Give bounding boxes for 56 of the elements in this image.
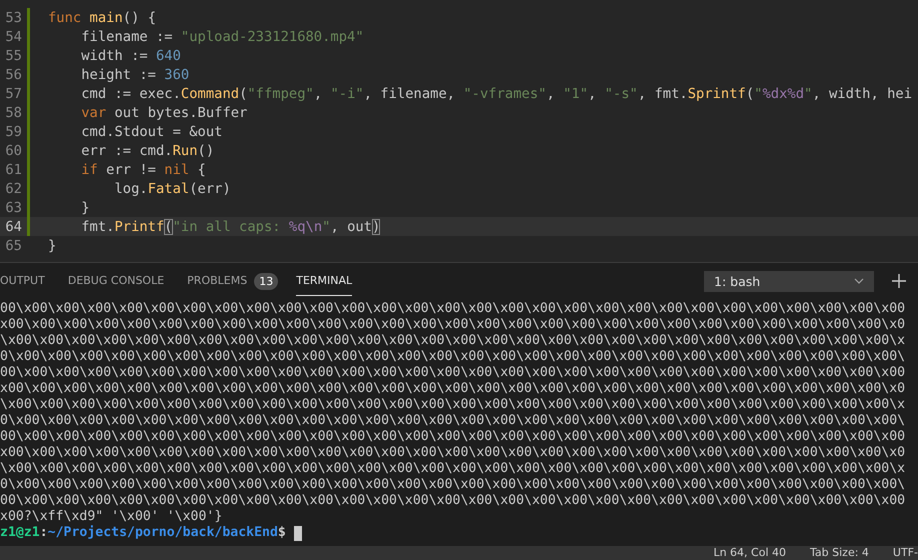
- terminal-output-line: x00?\xff\xd9" '\x00' '\x00'}: [0, 509, 224, 525]
- status-item[interactable]: Ln 64, Col 40: [713, 546, 786, 560]
- code-line: fmt.Printf("in all caps: %q\n", out): [80, 218, 380, 234]
- line-number: 54: [4, 28, 22, 44]
- terminal-output-line: \x00\x00\x00\x00\x00\x00\x00\x00\x00\x00\x00\x00\x00\x00\x00\x00\x00\x00\x00\x00\x00\x00\x00\x00\x00\x00\x00\x00\x: [0, 461, 906, 477]
- terminal-output-line: \x00\x00\x00\x00\x00\x00\x00\x00\x00\x00\x00\x00\x00\x00\x00\x00\x00\x00\x00\x00\x00\x00\x00\x00\x00\x00\x00\x00\x: [0, 333, 906, 349]
- line-number: 56: [4, 66, 22, 82]
- terminal-output-line: 00\x00\x00\x00\x00\x00\x00\x00\x00\x00\x00\x00\x00\x00\x00\x00\x00\x00\x00\x00\x00\x00\x00\x00\x00\x00\x00\x00\x00: [0, 493, 906, 509]
- line-number: 55: [4, 48, 22, 64]
- line-number: 61: [4, 162, 22, 178]
- line-number: 58: [4, 104, 22, 120]
- terminal-output-line: x00\x00\x00\x00\x00\x00\x00\x00\x00\x00\x00\x00\x00\x00\x00\x00\x00\x00\x00\x00\x00\x00\x00\x00\x00\x00\x00\x00\x0: [0, 381, 906, 397]
- terminal-output-line: x00\x00\x00\x00\x00\x00\x00\x00\x00\x00\x00\x00\x00\x00\x00\x00\x00\x00\x00\x00\x00\x00\x00\x00\x00\x00\x00\x00\x0: [0, 317, 906, 333]
- code-line: height := 360: [80, 66, 190, 82]
- panel-tab[interactable]: OUTPUT: [0, 266, 45, 296]
- code-line: log.Fatal(err): [113, 180, 231, 196]
- terminal-output-line: 00\x00\x00\x00\x00\x00\x00\x00\x00\x00\x00\x00\x00\x00\x00\x00\x00\x00\x00\x00\x00\x00\x00\x00\x00\x00\x00\x00\x00: [0, 301, 906, 317]
- prompt-separator: :: [40, 525, 48, 541]
- prompt-symbol: $: [278, 525, 286, 541]
- line-number: 57: [4, 86, 22, 102]
- terminal-dropdown[interactable]: 1: bash: [704, 270, 874, 292]
- prompt-path: ~/Projects/porno/back/backEnd: [48, 525, 278, 541]
- terminal-output-line: 0\x00\x00\x00\x00\x00\x00\x00\x00\x00\x00\x00\x00\x00\x00\x00\x00\x00\x00\x00\x00\x00\x00\x00\x00\x00\x00\x00\x00\: [0, 349, 906, 365]
- line-number: 63: [4, 200, 22, 216]
- code-line: }: [48, 238, 56, 254]
- code-line: var out bytes.Buffer: [80, 104, 248, 120]
- code-line: err := cmd.Run(): [80, 142, 214, 158]
- line-number: 62: [4, 180, 22, 196]
- line-number: 60: [4, 142, 22, 158]
- terminal-output-line: \x00\x00\x00\x00\x00\x00\x00\x00\x00\x00\x00\x00\x00\x00\x00\x00\x00\x00\x00\x00\x00\x00\x00\x00\x00\x00\x00\x00\x: [0, 397, 906, 413]
- terminal-output-line: 0\x00\x00\x00\x00\x00\x00\x00\x00\x00\x00\x00\x00\x00\x00\x00\x00\x00\x00\x00\x00\x00\x00\x00\x00\x00\x00\x00\x00\: [0, 413, 906, 429]
- line-number: 65: [4, 238, 22, 254]
- code-line: cmd := exec.Command("ffmpeg", "-i", filename, "-vframes", "1", "-s", fmt.Sprintf("%dx%d", width, hei: [80, 86, 912, 102]
- code-line: cmd.Stdout = &out: [80, 124, 222, 140]
- terminal-output-line: 00\x00\x00\x00\x00\x00\x00\x00\x00\x00\x00\x00\x00\x00\x00\x00\x00\x00\x00\x00\x00\x00\x00\x00\x00\x00\x00\x00\x00: [0, 429, 906, 445]
- code-line: if err != nil {: [80, 162, 206, 178]
- problems-count-badge: 13: [254, 272, 278, 290]
- panel-tab[interactable]: PROBLEMS: [187, 266, 248, 296]
- prompt-user: z1@z1: [0, 525, 40, 541]
- panel-tab[interactable]: TERMINAL: [296, 266, 352, 296]
- plus-icon[interactable]: [892, 274, 906, 288]
- code-line: filename := "upload-233121680.mp4": [80, 28, 364, 44]
- terminal-output-line: x00\x00\x00\x00\x00\x00\x00\x00\x00\x00\x00\x00\x00\x00\x00\x00\x00\x00\x00\x00\x00\x00\x00\x00\x00\x00\x00\x00\x0: [0, 445, 906, 461]
- code-line: width := 640: [80, 48, 181, 64]
- status-item[interactable]: Tab Size: 4: [810, 546, 869, 560]
- chevron-down-icon: [854, 278, 864, 284]
- line-number: 59: [4, 124, 22, 140]
- code-line: func main() {: [48, 10, 156, 26]
- status-item[interactable]: UTF-: [892, 546, 918, 560]
- terminal-output-line: 0\x00\x00\x00\x00\x00\x00\x00\x00\x00\x00\x00\x00\x00\x00\x00\x00\x00\x00\x00\x00\x00\x00\x00\x00\x00\x00\x00\x00\: [0, 477, 906, 493]
- line-number: 53: [4, 10, 22, 26]
- terminal-cursor: [294, 526, 302, 540]
- panel-tab[interactable]: DEBUG CONSOLE: [68, 266, 164, 296]
- terminal-output-line: 00\x00\x00\x00\x00\x00\x00\x00\x00\x00\x00\x00\x00\x00\x00\x00\x00\x00\x00\x00\x00\x00\x00\x00\x00\x00\x00\x00\x00: [0, 365, 906, 381]
- line-number: 64: [4, 218, 22, 234]
- code-line: }: [80, 200, 90, 216]
